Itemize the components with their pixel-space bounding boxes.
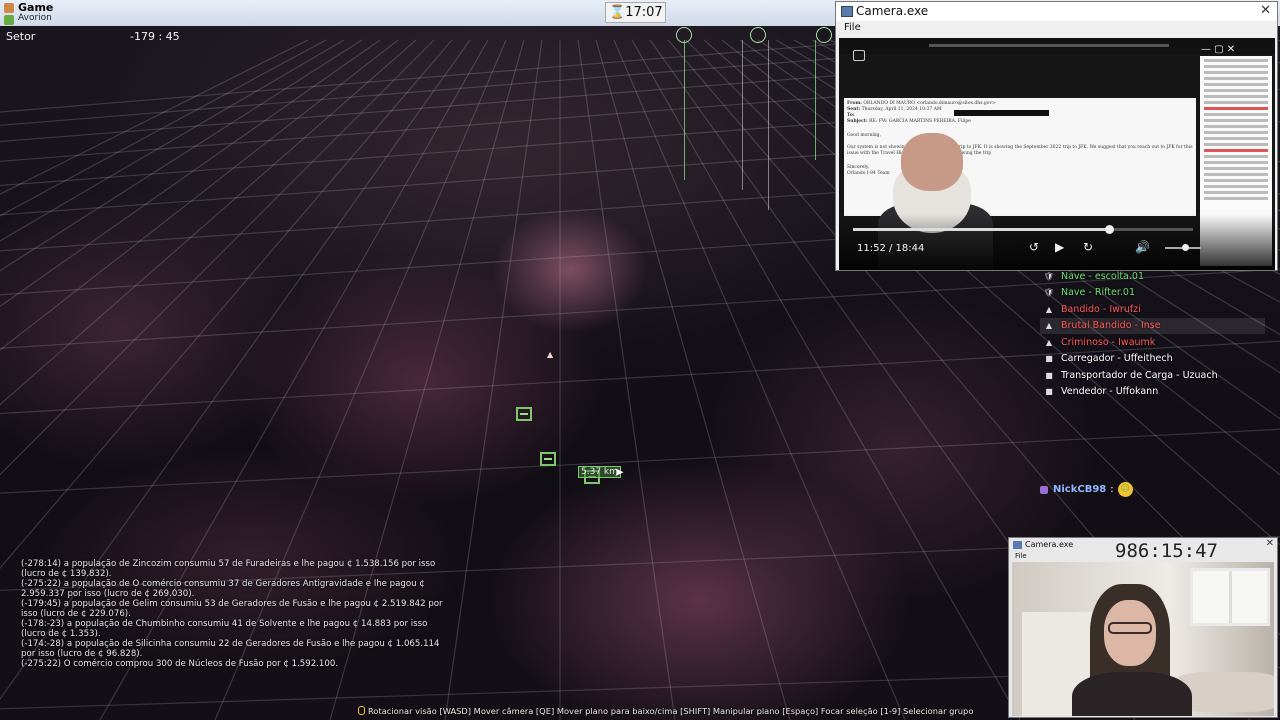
chat-separator: :: [1110, 484, 1114, 495]
log-line: (-278:14) a população de Zincozim consum…: [21, 559, 436, 579]
chat-user: NickCB98: [1053, 484, 1107, 495]
object-list-item[interactable]: ▲ Brutal Bandido - Inse: [1040, 317, 1265, 334]
volume-knob[interactable]: [1181, 244, 1189, 251]
triangle-icon: ▲: [1045, 337, 1053, 347]
camera-titlebar[interactable]: Camera.exe ✕: [836, 2, 1277, 21]
sector-coordinates: -179 : 45: [130, 30, 180, 43]
forward-icon[interactable]: ↻: [1083, 240, 1093, 254]
object-label: Bandido - Iwrufzi: [1061, 303, 1141, 315]
object-list-item[interactable]: ▲ Criminoso - Iwaumk: [1040, 334, 1265, 351]
email-from-label: From:: [847, 101, 862, 106]
object-list-item[interactable]: ■ Carregador - Uffeithech: [1040, 351, 1265, 368]
streamer-webcam: [1012, 562, 1274, 716]
redaction-bar: [954, 110, 1049, 116]
object-label: Carregador - Uffeithech: [1061, 353, 1173, 365]
gate-icon[interactable]: [816, 27, 832, 43]
ship-marker[interactable]: [516, 407, 532, 421]
beam-line: [684, 40, 685, 180]
square-icon: ■: [1045, 370, 1053, 380]
zoom-icon[interactable]: [853, 50, 865, 61]
hourglass-icon: ⌛: [609, 5, 626, 20]
log-line: (-275:22) O comércio comprou 300 de Núcl…: [21, 659, 339, 669]
beam-line: [815, 40, 816, 160]
app-subtitle: Avorion: [18, 13, 52, 23]
object-list-item[interactable]: ■ Vendedor - Uffokann: [1040, 384, 1265, 401]
control-hints: Rotacionar visão [WASD] Mover câmera [QE…: [358, 706, 973, 716]
beam-line: [742, 40, 743, 190]
object-list-item[interactable]: ■ Transportador de Carga - Uzuach: [1040, 367, 1265, 384]
menu-file[interactable]: File: [1015, 552, 1027, 560]
object-label: Vendedor - Uffokann: [1061, 386, 1159, 398]
game-icon: [4, 15, 14, 25]
square-icon: ■: [1045, 354, 1053, 364]
shield-icon: 🛡: [1043, 271, 1055, 281]
app-icon: [4, 3, 14, 13]
email-sent-label: Sent:: [847, 107, 861, 112]
video-controls: 11:52 / 18:44 ↺ ▶ ↻ 🔊: [839, 214, 1275, 270]
video-progress-bar[interactable]: [853, 225, 1193, 234]
chat-message: NickCB98 : ☺: [1040, 482, 1133, 497]
camera-app-icon: [1013, 541, 1022, 549]
mouse-cursor-icon: ➤: [614, 465, 625, 479]
email-sent: Thursday, April 11, 2024 10:37 AM: [861, 107, 942, 112]
log-line: (-174:-28) a população de Silicinha cons…: [21, 639, 440, 659]
shield-icon: 🛡: [1043, 288, 1055, 298]
camera-title: Camera.exe: [856, 4, 929, 18]
close-icon[interactable]: ✕: [1266, 538, 1274, 549]
play-icon[interactable]: ▶: [1055, 240, 1064, 254]
log-line: (-178:-23) a população de Chumbinho cons…: [21, 619, 428, 639]
camera-window-small[interactable]: Camera.exe ✕ File 986:15:47: [1008, 537, 1278, 718]
object-label: Nave - Rifter.01: [1061, 287, 1135, 299]
sector-label: Setor: [6, 30, 36, 43]
square-icon: ■: [1045, 387, 1053, 397]
hint-text: Rotacionar visão [WASD] Mover câmera [QE…: [368, 706, 974, 716]
camera-window-main[interactable]: Camera.exe ✕ File — ▢ ✕ From: ORLANDO DI…: [835, 1, 1278, 271]
video-player[interactable]: — ▢ ✕ From: ORLANDO DI MAURO <orlando.di…: [839, 38, 1275, 270]
object-list-item[interactable]: 🛡 Nave - escolta.01: [1040, 268, 1265, 285]
object-list-item[interactable]: 🛡 Nave - Rifter.01: [1040, 285, 1265, 302]
triangle-icon: ▲: [1045, 304, 1053, 314]
object-list-item[interactable]: ▲ Bandido - Iwrufzi: [1040, 301, 1265, 318]
object-label: Transportador de Carga - Uzuach: [1061, 369, 1218, 381]
camera-app-icon: [841, 6, 853, 17]
volume-icon[interactable]: 🔊: [1135, 240, 1150, 254]
clock-time: 17:07: [625, 5, 663, 20]
triangle-icon: ▲: [1045, 321, 1053, 331]
gate-icon[interactable]: [676, 27, 692, 43]
video-progress-knob[interactable]: [1105, 225, 1115, 234]
object-label: Nave - escolta.01: [1061, 270, 1144, 282]
log-line: (-179:45) a população de Gelim consumiu …: [21, 599, 443, 619]
email-from: ORLANDO DI MAURO <orlando.dimauro@sites.…: [863, 101, 996, 106]
gate-icon[interactable]: [750, 27, 766, 43]
mouse-icon: [358, 706, 365, 715]
video-progress-fill: [853, 228, 1110, 231]
rewind-icon[interactable]: ↺: [1029, 240, 1039, 254]
smile-emoji-icon: ☺: [1117, 482, 1133, 497]
email-subject-label: Subject:: [847, 119, 868, 124]
video-time: 11:52 / 18:44: [857, 243, 925, 254]
event-log: (-278:14) a população de Zincozim consum…: [21, 559, 451, 669]
camera-title: Camera.exe: [1025, 540, 1074, 549]
beam-line: [768, 40, 769, 210]
log-line: (-275:22) a população de O comércio cons…: [21, 579, 425, 599]
window-controls-icon: — ▢ ✕: [1201, 44, 1236, 55]
object-label: Brutal Bandido - Inse: [1061, 320, 1161, 332]
sector-object-list: 🛡 Nave - escolta.01 🛡 Nave - Rifter.01 ▲ Band…: [1040, 268, 1265, 400]
close-icon[interactable]: ✕: [1260, 3, 1271, 18]
email-subject: RE: FW: GARCIA MARTINS PEREIRA, Filipe: [869, 119, 971, 124]
user-badge-icon: [1040, 485, 1048, 494]
email-to-label: To:: [847, 113, 855, 118]
menu-file[interactable]: File: [844, 22, 861, 33]
stream-timer: 986:15:47: [1115, 540, 1218, 562]
clock-widget: ⌛ 17:07: [605, 2, 666, 23]
waypoint-triangle-icon[interactable]: ▲: [547, 350, 553, 359]
object-label: Criminoso - Iwaumk: [1061, 336, 1156, 348]
ship-marker[interactable]: [540, 452, 556, 466]
